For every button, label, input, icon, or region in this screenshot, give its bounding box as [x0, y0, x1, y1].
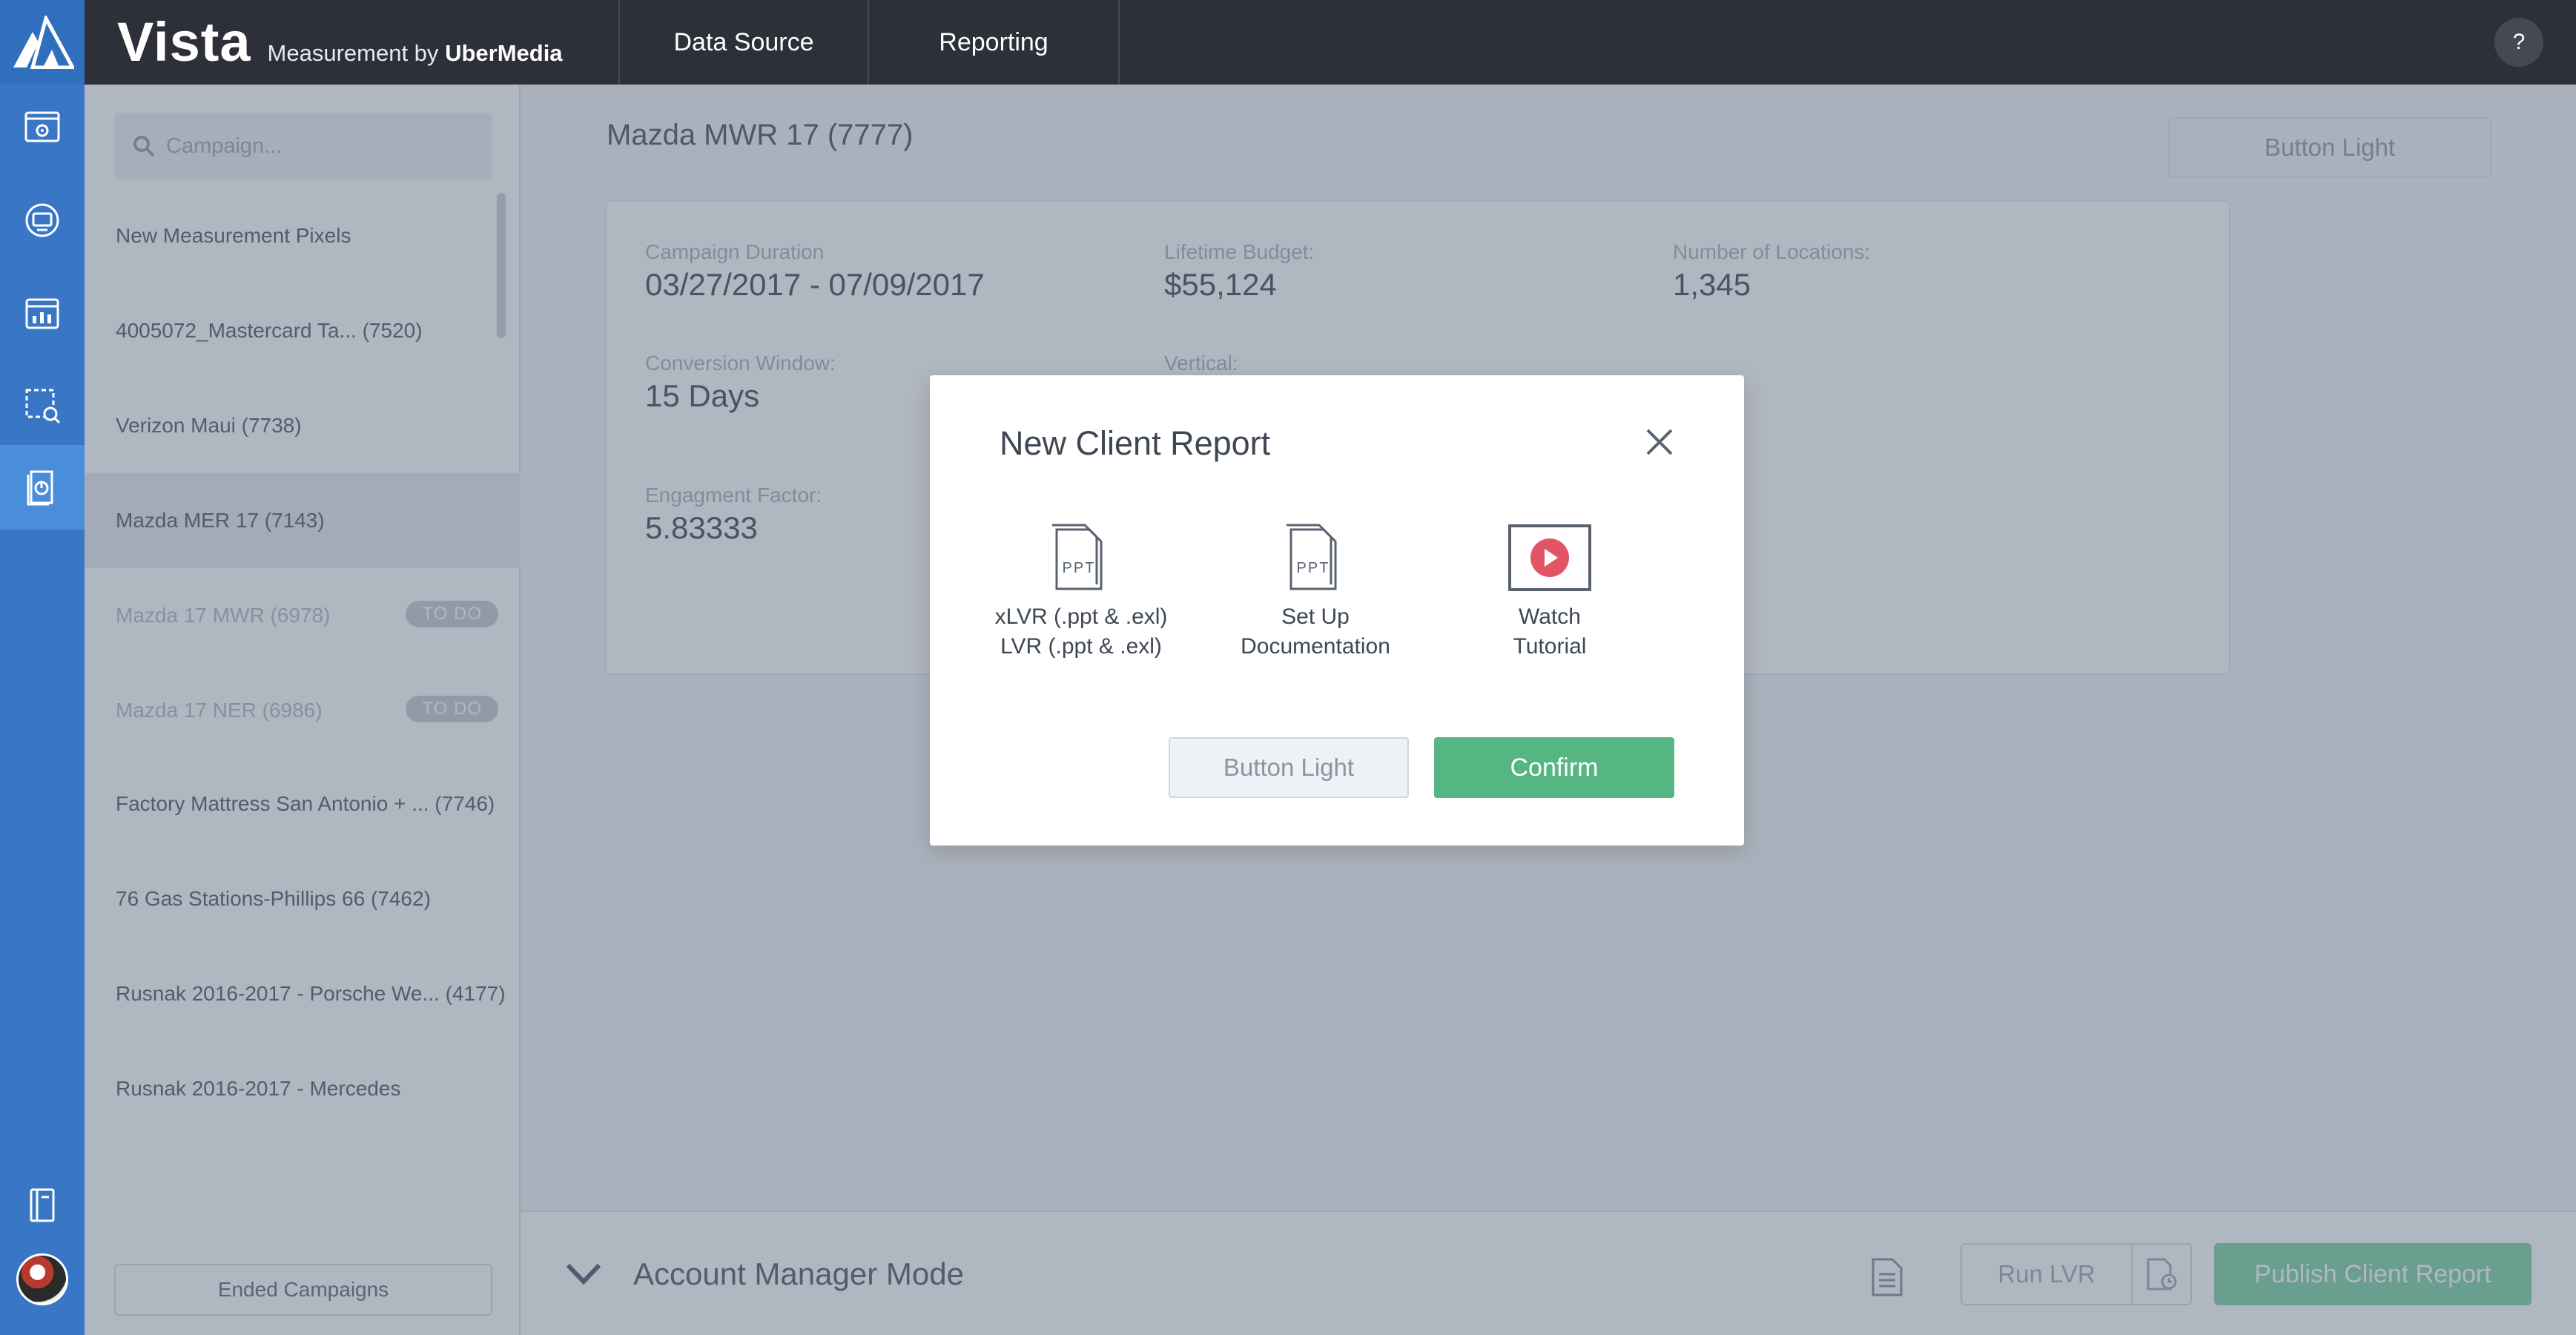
option-line: Documentation: [1241, 634, 1390, 659]
option-watch-tutorial[interactable]: Watch Tutorial: [1453, 524, 1646, 662]
analytics-icon: [25, 298, 59, 329]
option-label: xLVR (.ppt & .exl) LVR (.ppt & .exl): [985, 602, 1178, 662]
tab-data-source[interactable]: Data Source: [618, 0, 868, 85]
help-button[interactable]: ?: [2494, 18, 2543, 67]
reports-icon: [27, 470, 53, 506]
rail-analytics-button[interactable]: [0, 271, 85, 356]
advertising-icon: [25, 203, 59, 237]
rail-advertising-button[interactable]: [0, 178, 85, 263]
ppt-file-icon: PPT: [1287, 524, 1337, 590]
app-rail: [0, 0, 85, 1335]
brand: Vista Measurement by UberMedia: [117, 10, 563, 74]
campaign-icon: [24, 111, 60, 142]
ppt-icon-text: PPT: [1063, 560, 1096, 576]
close-icon[interactable]: [1643, 426, 1676, 458]
rail-select-area-button[interactable]: [0, 363, 85, 448]
cancel-button[interactable]: Button Light: [1169, 737, 1409, 798]
tab-reporting[interactable]: Reporting: [868, 0, 1120, 85]
option-line: Set Up: [1281, 604, 1350, 629]
rail-campaign-button[interactable]: [0, 85, 85, 169]
brand-sub-prefix: Measurement by: [267, 40, 439, 66]
video-play-icon: [1508, 524, 1591, 591]
brand-name: Vista: [117, 11, 251, 73]
brand-subtitle: Measurement by UberMedia: [268, 40, 563, 67]
confirm-button[interactable]: Confirm: [1434, 737, 1674, 798]
option-setup-documentation[interactable]: PPT Set Up Documentation: [1219, 524, 1412, 662]
brand-sub-company: UberMedia: [445, 40, 563, 66]
rail-reports-button[interactable]: [0, 445, 85, 530]
logo-icon: [13, 16, 74, 69]
option-label: Watch Tutorial: [1453, 602, 1646, 662]
option-line: xLVR (.ppt & .exl): [994, 604, 1168, 629]
rail-notebook-button[interactable]: [0, 1163, 85, 1247]
top-bar: Vista Measurement by UberMedia Data Sour…: [85, 0, 2576, 85]
option-label: Set Up Documentation: [1219, 602, 1412, 662]
select-area-icon: [25, 389, 61, 424]
option-xlvr[interactable]: PPT xLVR (.ppt & .exl) LVR (.ppt & .exl): [985, 524, 1178, 662]
modal-title: New Client Report: [1000, 424, 1271, 462]
option-line: Watch: [1519, 604, 1581, 629]
ppt-icon-text: PPT: [1297, 560, 1330, 576]
new-client-report-modal: New Client Report PPT xLVR (.ppt & .exl)…: [930, 375, 1744, 846]
notebook-icon: [30, 1188, 55, 1222]
option-line: LVR (.ppt & .exl): [1000, 634, 1162, 659]
avatar[interactable]: [16, 1253, 68, 1305]
ppt-file-icon: PPT: [1052, 524, 1103, 590]
app-logo[interactable]: [0, 0, 85, 85]
option-line: Tutorial: [1513, 634, 1587, 659]
